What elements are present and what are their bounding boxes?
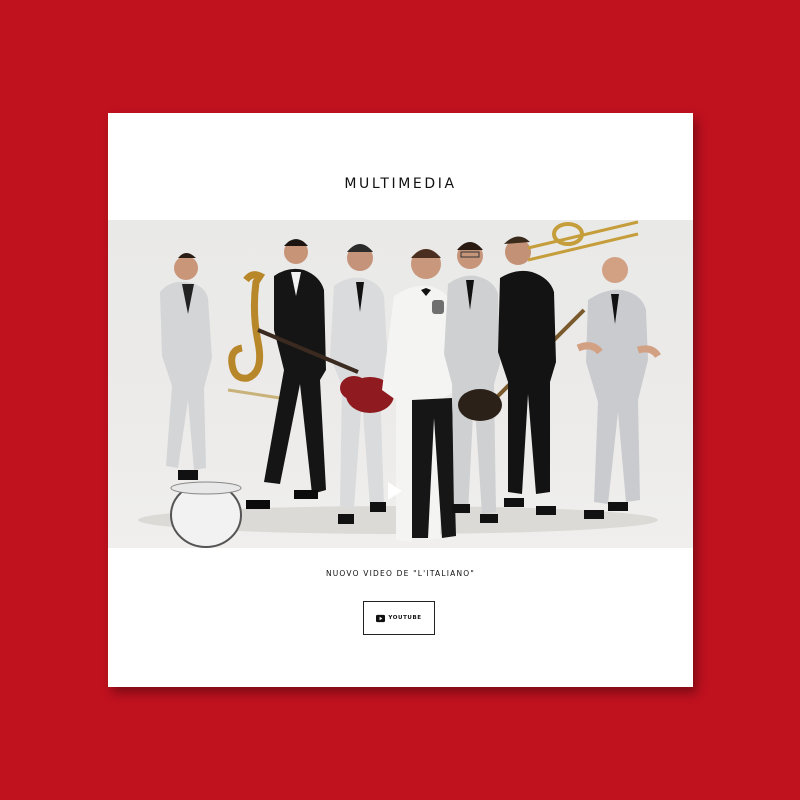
video-caption: NUOVO VIDEO DE "L'ITALIANO" [325,569,476,578]
video-thumbnail[interactable] [108,220,693,548]
youtube-icon [376,614,386,622]
play-icon[interactable] [388,482,402,500]
section-title: MULTIMEDIA [344,176,457,192]
band-member-7 [576,257,662,519]
page: { "colors": { "background": "#c0111f", "… [0,0,800,800]
youtube-button[interactable]: YOUTUBE [363,601,435,635]
band-member-2 [228,239,326,509]
multimedia-card: MULTIMEDIA NUOVO VIDEO DE "L'ITALIANO" Y… [108,113,693,687]
youtube-label: YOUTUBE [388,615,422,621]
